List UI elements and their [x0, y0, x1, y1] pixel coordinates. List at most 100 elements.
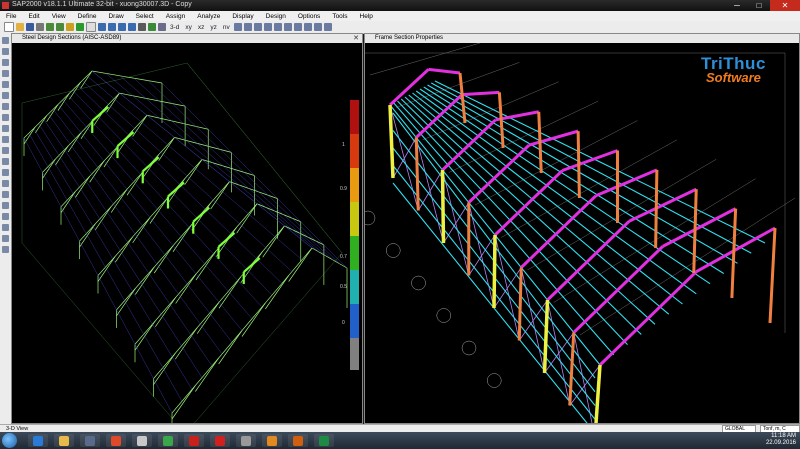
zoom-in-icon[interactable] — [98, 23, 106, 31]
select-all-icon[interactable] — [2, 147, 9, 154]
truss-web — [175, 327, 198, 360]
view-3d-button[interactable]: 3-d — [170, 24, 179, 31]
snap-end-icon[interactable] — [2, 202, 9, 209]
frame-section-model[interactable] — [365, 43, 800, 423]
refresh-icon[interactable] — [148, 23, 156, 31]
draw-rect-icon[interactable] — [2, 103, 9, 110]
truss-web — [97, 255, 116, 282]
draw-frame-icon[interactable] — [2, 59, 9, 66]
chrome-icon[interactable] — [106, 434, 126, 447]
logo-line-2: Software — [706, 70, 761, 85]
truss-web — [55, 145, 69, 166]
menu-select[interactable]: Select — [130, 13, 160, 20]
draw-cable-icon[interactable] — [2, 70, 9, 77]
acrobat-icon[interactable] — [210, 434, 230, 447]
design-icon[interactable] — [303, 23, 312, 31]
open-icon[interactable] — [16, 23, 24, 31]
left-pane-close-icon[interactable]: ✕ — [353, 34, 359, 43]
new-icon[interactable] — [4, 22, 14, 32]
menu-assign[interactable]: Assign — [160, 13, 192, 20]
truss-web — [134, 320, 156, 351]
view-xy-button[interactable]: xy — [185, 24, 192, 31]
draw-point-icon[interactable] — [2, 125, 9, 132]
get-previous-icon[interactable] — [2, 158, 9, 165]
perspective-icon[interactable] — [233, 23, 242, 31]
set-display-icon[interactable] — [263, 23, 272, 31]
minimize-button[interactable]: ─ — [726, 0, 748, 11]
zoom-window-icon[interactable] — [118, 23, 126, 31]
draw-section-icon[interactable] — [2, 136, 9, 143]
menu-draw[interactable]: Draw — [102, 13, 129, 20]
truss-web — [95, 206, 112, 231]
view-yz-button[interactable]: yz — [210, 24, 217, 31]
snap-intersect-icon[interactable] — [2, 213, 9, 220]
frame-section-view[interactable]: Frame Section Properties TriThuc Softwar… — [364, 33, 800, 424]
menu-display[interactable]: Display — [226, 13, 259, 20]
maximize-button[interactable]: □ — [748, 0, 770, 11]
snap-line-icon[interactable] — [2, 235, 9, 242]
menu-options[interactable]: Options — [292, 13, 326, 20]
close-button[interactable]: ✕ — [770, 0, 800, 11]
show-undeformed-icon[interactable] — [273, 23, 282, 31]
snap-perp-icon[interactable] — [2, 224, 9, 231]
truss-web — [175, 273, 197, 304]
excel-icon[interactable] — [314, 434, 334, 447]
grid-icon[interactable] — [313, 23, 322, 31]
snap-fine-icon[interactable] — [2, 246, 9, 253]
draw-area-icon[interactable] — [2, 92, 9, 99]
rotate-icon[interactable] — [158, 23, 166, 31]
snap-point-icon[interactable] — [2, 191, 9, 198]
reshape-tool-icon[interactable] — [2, 48, 9, 55]
truss-right-rafter — [174, 137, 232, 153]
menu-tools[interactable]: Tools — [326, 13, 353, 20]
redo-icon[interactable] — [56, 23, 64, 31]
menu-file[interactable]: File — [0, 13, 22, 20]
sections-icon[interactable] — [323, 23, 332, 31]
mail-icon[interactable] — [132, 434, 152, 447]
menu-analyze[interactable]: Analyze — [191, 13, 226, 20]
back-column — [692, 189, 698, 274]
back-column — [458, 72, 467, 124]
steel-design-model[interactable] — [12, 43, 362, 423]
select-tool-icon[interactable] — [2, 37, 9, 44]
calculator-icon[interactable] — [236, 434, 256, 447]
show-forces-icon[interactable] — [293, 23, 302, 31]
sap2000-icon[interactable] — [288, 434, 308, 447]
draw-link-icon[interactable] — [2, 81, 9, 88]
explorer-icon[interactable] — [54, 434, 74, 447]
presentation-icon[interactable] — [262, 434, 282, 447]
run-icon[interactable] — [76, 23, 84, 31]
show-deformed-icon[interactable] — [283, 23, 292, 31]
steel-design-view[interactable]: Steel Design Sections (AISC-ASD89) ✕ 1 0… — [11, 33, 363, 424]
clear-selection-icon[interactable] — [2, 169, 9, 176]
menu-view[interactable]: View — [46, 13, 72, 20]
menu-define[interactable]: Define — [72, 13, 103, 20]
chrome-icon-2[interactable] — [158, 434, 178, 447]
draw-solid-icon[interactable] — [2, 114, 9, 121]
undo-icon[interactable] — [46, 23, 54, 31]
print-icon[interactable] — [36, 23, 44, 31]
view-nv-button[interactable]: nv — [223, 24, 230, 31]
down-icon[interactable] — [253, 23, 262, 31]
save-icon[interactable] — [26, 23, 34, 31]
media-icon[interactable] — [80, 434, 100, 447]
critical-member — [116, 131, 135, 147]
rafter — [546, 220, 631, 302]
truss-web — [153, 352, 176, 385]
up-icon[interactable] — [243, 23, 252, 31]
pan-icon[interactable] — [138, 23, 146, 31]
zoom-out-icon[interactable] — [108, 23, 116, 31]
menu-edit[interactable]: Edit — [22, 13, 45, 20]
start-button[interactable] — [2, 433, 17, 448]
menu-help[interactable]: Help — [354, 13, 379, 20]
menu-design[interactable]: Design — [260, 13, 292, 20]
intersect-icon[interactable] — [2, 180, 9, 187]
pointer-icon[interactable] — [86, 22, 96, 32]
zoom-all-icon[interactable] — [128, 23, 136, 31]
lock-icon[interactable] — [66, 23, 74, 31]
autocad-icon[interactable] — [184, 434, 204, 447]
view-xz-button[interactable]: xz — [198, 24, 205, 31]
ie-icon[interactable] — [28, 434, 48, 447]
rafter — [441, 118, 497, 172]
truss-web — [195, 250, 217, 281]
